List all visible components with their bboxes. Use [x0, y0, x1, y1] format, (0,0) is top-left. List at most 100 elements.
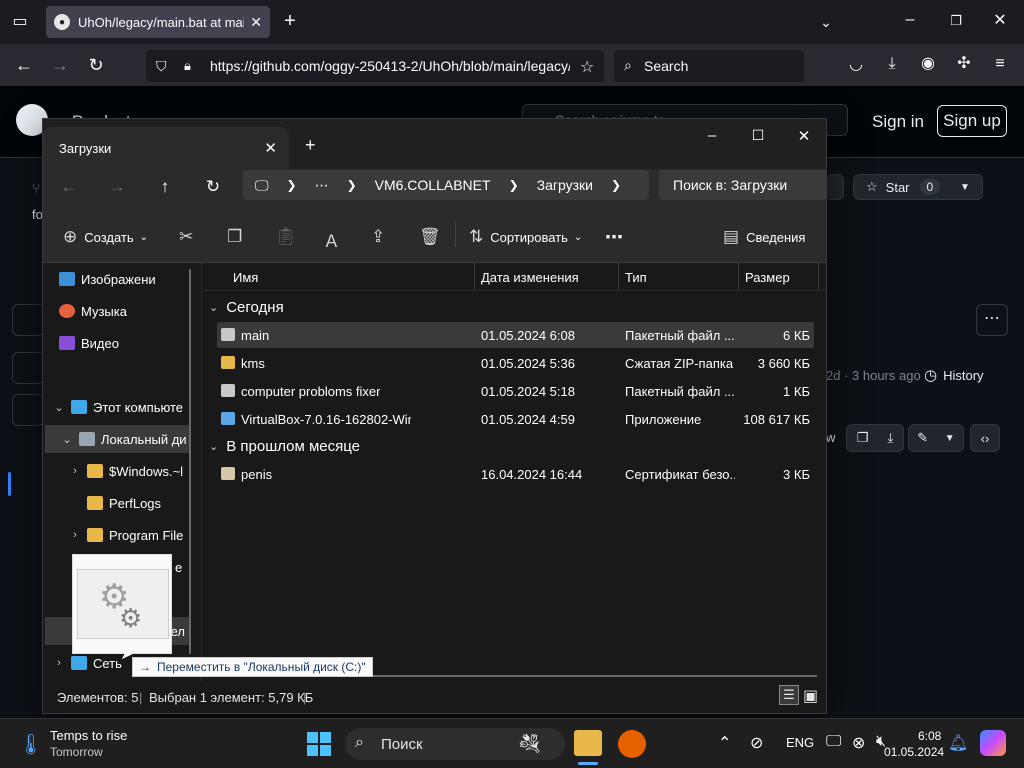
- pane-splitter[interactable]: [201, 263, 202, 681]
- extensions-icon[interactable]: ✣: [954, 56, 974, 72]
- star-button[interactable]: ☆ Star 0 ▼: [853, 174, 983, 200]
- gh-notify-edge[interactable]: [826, 174, 844, 200]
- column-separator[interactable]: [738, 263, 739, 289]
- group-header-last-month[interactable]: ⌄ В прошлом месяце: [209, 438, 360, 455]
- sign-in-link[interactable]: Sign in: [872, 112, 924, 132]
- copilot-icon[interactable]: [980, 730, 1006, 756]
- file-row[interactable]: kms 01.05.2024 5:36 Сжатая ZIP-папка 3 6…: [217, 350, 814, 376]
- chevron-right-icon[interactable]: ❯: [611, 178, 621, 192]
- minimize-icon[interactable]: –: [697, 127, 727, 144]
- chevron-right-icon[interactable]: ›: [67, 465, 83, 477]
- nav-item-video[interactable]: Видео 📌︎: [55, 329, 119, 357]
- pocket-icon[interactable]: ◡: [846, 57, 866, 73]
- gh-file-search-button[interactable]: [12, 394, 44, 426]
- star-icon[interactable]: ☆: [580, 57, 594, 77]
- chevron-down-icon[interactable]: ⌄: [59, 433, 75, 446]
- cut-button[interactable]: ✂: [179, 227, 200, 247]
- column-date[interactable]: Дата изменения: [481, 270, 579, 285]
- taskbar-search[interactable]: ⌕ Поиск 💐︎: [345, 728, 565, 760]
- column-separator[interactable]: [618, 263, 619, 289]
- new-tab-icon[interactable]: +: [305, 135, 316, 156]
- group-header-today[interactable]: ⌄ Сегодня: [209, 299, 284, 316]
- delete-button[interactable]: 🗑︎: [419, 227, 448, 247]
- thermometer-icon[interactable]: 🌡︎: [18, 732, 43, 757]
- browser-search-input[interactable]: ⌕ Search: [614, 50, 804, 82]
- copy-download-group[interactable]: ❐ ⤓: [846, 424, 904, 452]
- nav-item-windows-bt[interactable]: › $Windows.~l: [67, 457, 183, 485]
- nav-item-hidden-1[interactable]: e: [175, 553, 182, 581]
- raw-button-fragment[interactable]: w: [826, 430, 835, 445]
- nav-item-perflogs[interactable]: PerfLogs: [67, 489, 161, 517]
- forward-icon[interactable]: →: [50, 56, 70, 74]
- clock-time[interactable]: 6:08: [918, 729, 941, 743]
- reload-icon[interactable]: ↻: [86, 56, 106, 74]
- more-options-icon[interactable]: ⋯: [605, 227, 623, 248]
- file-row[interactable]: main 01.05.2024 6:08 Пакетный файл ... 6…: [217, 322, 814, 348]
- account-icon[interactable]: ◉: [918, 56, 938, 72]
- start-button[interactable]: [307, 732, 331, 756]
- code-icon[interactable]: ‹›: [981, 431, 990, 446]
- column-size[interactable]: Размер: [745, 270, 790, 285]
- column-type[interactable]: Тип: [625, 270, 647, 285]
- nav-pane-scrollbar[interactable]: [189, 269, 191, 654]
- close-window-icon[interactable]: ✕: [990, 13, 1010, 29]
- symbols-button[interactable]: ‹›: [970, 424, 1000, 452]
- weather-title[interactable]: Temps to rise: [50, 728, 127, 743]
- close-window-icon[interactable]: ✕: [789, 127, 819, 145]
- new-tab-icon[interactable]: +: [280, 11, 300, 31]
- file-row[interactable]: VirtualBox-7.0.16-162802-Win 01.05.2024 …: [217, 406, 814, 432]
- share-button[interactable]: ⇪: [371, 227, 392, 247]
- forward-icon[interactable]: →: [105, 177, 129, 197]
- tab-list-icon[interactable]: ▭: [10, 14, 30, 30]
- no-network-icon[interactable]: ⊗: [852, 733, 865, 753]
- create-button[interactable]: ⊕ Создать ⌄: [63, 227, 148, 247]
- rename-button[interactable]: Ａ: [323, 227, 347, 252]
- chevron-right-icon[interactable]: ›: [67, 529, 83, 541]
- copy-icon[interactable]: ❐: [857, 430, 869, 446]
- paste-button[interactable]: 📋︎: [275, 227, 304, 247]
- nav-item-this-pc[interactable]: ⌄ Этот компьюте: [51, 393, 183, 421]
- chevron-right-icon[interactable]: ›: [51, 657, 67, 669]
- download-raw-icon[interactable]: ⤓: [888, 430, 894, 446]
- shield-icon[interactable]: ⛉: [156, 58, 167, 75]
- up-icon[interactable]: ↑: [153, 177, 177, 197]
- nav-item-program-files[interactable]: › Program File: [67, 521, 183, 549]
- pencil-icon[interactable]: ✎: [917, 430, 928, 446]
- firefox-taskbar-icon[interactable]: [618, 730, 646, 758]
- explorer-search-input[interactable]: Поиск в: Загрузки: [659, 170, 827, 200]
- close-tab-icon[interactable]: ✕: [264, 139, 277, 157]
- file-explorer-taskbar-icon[interactable]: [574, 730, 602, 756]
- history-link[interactable]: ◷ History: [924, 366, 984, 384]
- more-options-icon[interactable]: ⋯: [976, 304, 1008, 336]
- language-indicator[interactable]: ENG: [786, 735, 814, 750]
- nav-item-music[interactable]: Музыка 📌︎: [55, 297, 127, 325]
- maximize-icon[interactable]: ☐: [743, 127, 773, 144]
- details-view-icon[interactable]: ☰: [779, 685, 799, 705]
- column-name[interactable]: Имя: [233, 270, 258, 285]
- more-crumbs-icon[interactable]: ⋯: [315, 177, 329, 194]
- browser-tab[interactable]: ● UhOh/legacy/main.bat at main ✕: [46, 6, 270, 38]
- chevron-up-icon[interactable]: ⌃: [718, 733, 731, 753]
- chevron-down-icon[interactable]: ⌄: [51, 401, 67, 414]
- file-row[interactable]: computer probloms fixer 01.05.2024 5:18 …: [217, 378, 814, 404]
- restore-icon[interactable]: ❐: [946, 13, 966, 29]
- close-tab-icon[interactable]: ✕: [250, 14, 262, 31]
- breadcrumb[interactable]: 🖵︎ ❯ ⋯ ❯ VM6.COLLABNET ❯ Загрузки ❯: [243, 170, 649, 200]
- breadcrumb-item[interactable]: Загрузки: [537, 177, 593, 193]
- caret-down-icon[interactable]: ▼: [945, 433, 955, 444]
- menu-icon[interactable]: ≡: [990, 56, 1010, 72]
- network-off-icon[interactable]: ⊘: [750, 733, 763, 753]
- gh-branch-button[interactable]: [12, 352, 44, 384]
- sign-up-button[interactable]: Sign up: [937, 105, 1007, 137]
- sort-button[interactable]: ⇅ Сортировать ⌄: [469, 227, 582, 247]
- minimize-icon[interactable]: –: [900, 12, 920, 28]
- refresh-icon[interactable]: ↻: [201, 177, 225, 197]
- copy-button[interactable]: ❐: [227, 227, 249, 247]
- monitor-icon[interactable]: 🖵︎: [826, 733, 841, 751]
- column-separator[interactable]: [818, 263, 819, 289]
- back-icon[interactable]: ←: [14, 56, 34, 74]
- chevron-down-icon[interactable]: ⌄: [816, 14, 836, 30]
- clock-date[interactable]: 01.05.2024: [884, 745, 944, 759]
- tiles-view-icon[interactable]: ▣: [803, 686, 818, 706]
- file-row[interactable]: penis 16.04.2024 16:44 Сертификат безо..…: [217, 461, 814, 487]
